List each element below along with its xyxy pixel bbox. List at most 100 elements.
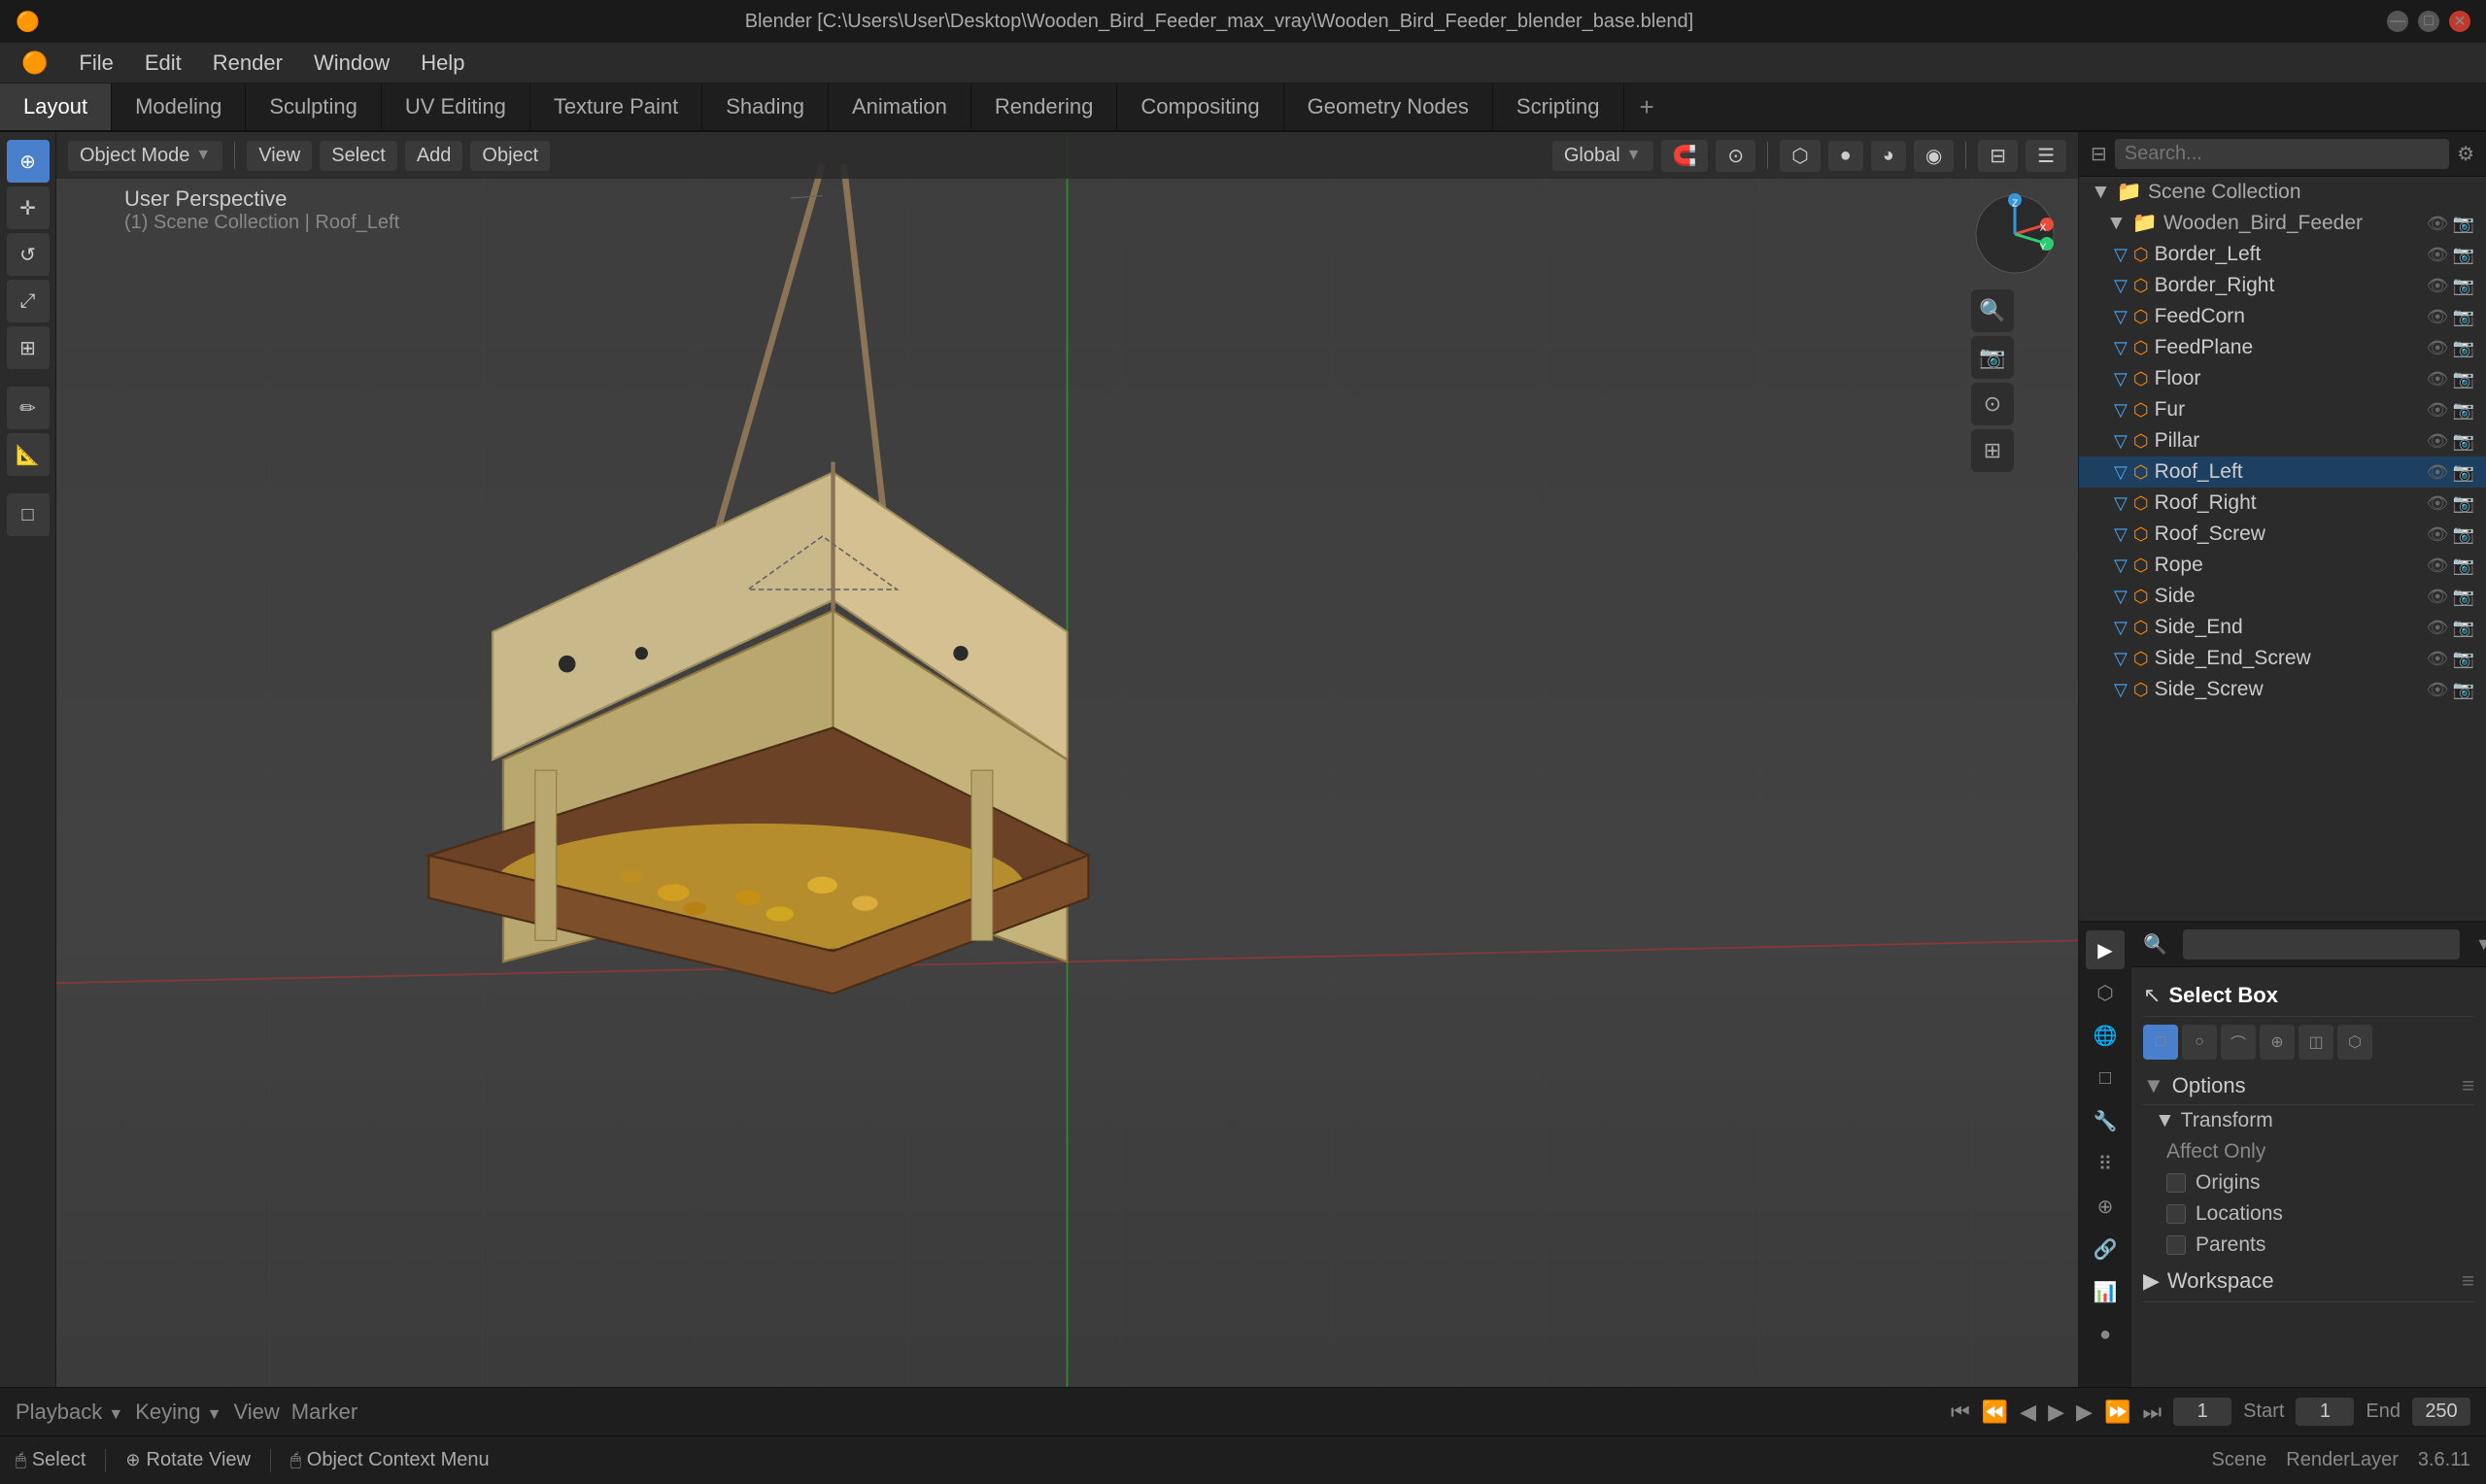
tab-rendering[interactable]: Rendering [971,84,1118,130]
object-menu[interactable]: Object [470,141,550,171]
grid-view-btn[interactable]: ⊞ [1971,429,2014,472]
prev-keyframe-btn[interactable]: ◀ [2020,1400,2036,1425]
visibility-icon[interactable]: 👁 [2427,618,2449,638]
parents-checkbox[interactable] [2166,1235,2186,1255]
outliner-settings-icon[interactable]: ⚙ [2457,142,2474,166]
outliner-rope[interactable]: ▽ ⬡ Rope 👁 📷 [2079,550,2486,581]
render-icon[interactable]: 📷 [2453,400,2474,421]
visibility-icon[interactable]: 👁 [2427,276,2449,296]
modifiers-prop-btn[interactable]: 🔧 [2086,1101,2125,1140]
render-icon[interactable]: 📷 [2453,587,2474,607]
visibility-icon[interactable]: 👁 [2427,307,2449,327]
jump-end-btn[interactable]: ⏭ [2142,1400,2162,1425]
workspace-menu-icon[interactable]: ≡ [2462,1268,2474,1294]
scale-tool[interactable]: ⤢ [7,280,50,322]
tab-texture-paint[interactable]: Texture Paint [530,84,702,130]
outliner-roof-right[interactable]: ▽ ⬡ Roof_Right 👁 📷 [2079,488,2486,519]
tab-compositing[interactable]: Compositing [1117,84,1283,130]
outliner-floor[interactable]: ▽ ⬡ Floor 👁 📷 [2079,363,2486,394]
render-icon[interactable]: 📷 [2453,338,2474,358]
render-icon[interactable]: 📷 [2453,462,2474,483]
minimize-button[interactable]: — [2387,11,2408,32]
tab-modeling[interactable]: Modeling [112,84,246,130]
annotate-tool[interactable]: ✏ [7,387,50,429]
view-menu[interactable]: View [247,141,312,171]
menu-file[interactable]: File [65,47,126,80]
render-icon[interactable]: 📷 [2453,680,2474,700]
tab-shading[interactable]: Shading [702,84,829,130]
visibility-icon[interactable]: 👁 [2427,431,2449,452]
props-search-input[interactable] [2183,929,2460,960]
outliner-roof-left[interactable]: ▽ ⬡ Roof_Left 👁 📷 [2079,456,2486,488]
next-frame-btn[interactable]: ⏩ [2104,1400,2130,1425]
locations-checkbox[interactable] [2166,1204,2186,1224]
workspace-section-header[interactable]: ▶ Workspace ≡ [2143,1261,2474,1302]
cursor-tool[interactable]: ⊕ [7,140,50,183]
render-icon[interactable]: 📷 [2453,245,2474,265]
tab-layout[interactable]: Layout [0,84,112,130]
overlay-btn[interactable]: ⊟ [1978,140,2018,172]
move-tool[interactable]: ✛ [7,186,50,229]
outliner-filter-icon[interactable]: ⊟ [2091,142,2107,166]
select-menu[interactable]: Select [320,141,397,171]
proportional-btn[interactable]: ⊙ [1716,140,1755,172]
visibility-icon[interactable]: 👁 [2427,493,2449,514]
visibility-icon[interactable]: 👁 [2427,649,2449,669]
jump-start-btn[interactable]: ⏮ [1951,1400,1970,1425]
playback-menu[interactable]: Playback ▼ [16,1400,123,1425]
visibility-icon[interactable]: 👁 [2427,462,2449,483]
mode-circle-icon[interactable]: ○ [2182,1025,2217,1060]
current-frame-display[interactable]: 1 [2173,1398,2231,1426]
visibility-icon[interactable]: 👁 [2427,214,2449,234]
viewport[interactable]: Object Mode ▼ View Select Add Object Glo… [56,132,2078,1426]
render-icon[interactable]: 📷 [2453,431,2474,452]
tab-geometry-nodes[interactable]: Geometry Nodes [1284,84,1493,130]
end-frame[interactable]: 250 [2412,1398,2470,1426]
render-icon[interactable]: 📷 [2453,214,2474,234]
keying-menu[interactable]: Keying ▼ [135,1400,221,1425]
global-space-btn[interactable]: Global ▼ [1552,141,1653,171]
start-frame[interactable]: 1 [2296,1398,2354,1426]
active-tool-prop-btn[interactable]: ▶ [2086,930,2125,969]
object-prop-btn[interactable]: □ [2086,1059,2125,1097]
wireframe-btn[interactable]: ⬡ [1780,140,1820,172]
scene-collection-item[interactable]: ▼ 📁 Scene Collection [2079,177,2486,208]
mode-extra-icon[interactable]: ⊕ [2260,1025,2295,1060]
world-prop-btn[interactable]: 🌐 [2086,1016,2125,1055]
close-button[interactable]: ✕ [2449,11,2470,32]
transform-tool[interactable]: ⊞ [7,326,50,369]
physics-prop-btn[interactable]: ⊕ [2086,1187,2125,1226]
filter-icon[interactable]: ▼ [2475,934,2486,955]
render-icon[interactable]: 📷 [2453,618,2474,638]
visibility-icon[interactable]: 👁 [2427,524,2449,545]
camera-btn[interactable]: 📷 [1971,336,2014,379]
options-section-header[interactable]: ▼ Options ≡ [2143,1067,2474,1105]
data-prop-btn[interactable]: 📊 [2086,1272,2125,1311]
origins-checkbox[interactable] [2166,1173,2186,1193]
render-icon[interactable]: 📷 [2453,556,2474,576]
tab-animation[interactable]: Animation [829,84,971,130]
outliner-fur[interactable]: ▽ ⬡ Fur 👁 📷 [2079,394,2486,425]
solid-btn[interactable]: ● [1828,141,1863,171]
visibility-icon[interactable]: 👁 [2427,338,2449,358]
outliner-feedcorn[interactable]: ▽ ⬡ FeedCorn 👁 📷 [2079,301,2486,332]
menu-render[interactable]: Render [199,47,296,80]
scene-prop-btn[interactable]: ⬡ [2086,973,2125,1012]
render-icon[interactable]: 📷 [2453,307,2474,327]
menu-help[interactable]: Help [407,47,478,80]
render-icon[interactable]: 📷 [2453,524,2474,545]
outliner-feedplane[interactable]: ▽ ⬡ FeedPlane 👁 📷 [2079,332,2486,363]
timeline-view-menu[interactable]: View [234,1400,280,1425]
object-mode-dropdown[interactable]: Object Mode ▼ [68,141,222,171]
xray-btn[interactable]: ☰ [2026,140,2066,172]
visibility-icon[interactable]: 👁 [2427,556,2449,576]
mode-select-icon[interactable]: □ [2143,1025,2178,1060]
render-icon[interactable]: 📷 [2453,649,2474,669]
mode-extra3-icon[interactable]: ⬡ [2337,1025,2372,1060]
visibility-icon[interactable]: 👁 [2427,587,2449,607]
menu-edit[interactable]: Edit [131,47,195,80]
outliner-side[interactable]: ▽ ⬡ Side 👁 📷 [2079,581,2486,612]
outliner-side-end[interactable]: ▽ ⬡ Side_End 👁 📷 [2079,612,2486,643]
render-icon[interactable]: 📷 [2453,276,2474,296]
menu-blender[interactable]: 🟠 [8,47,61,80]
